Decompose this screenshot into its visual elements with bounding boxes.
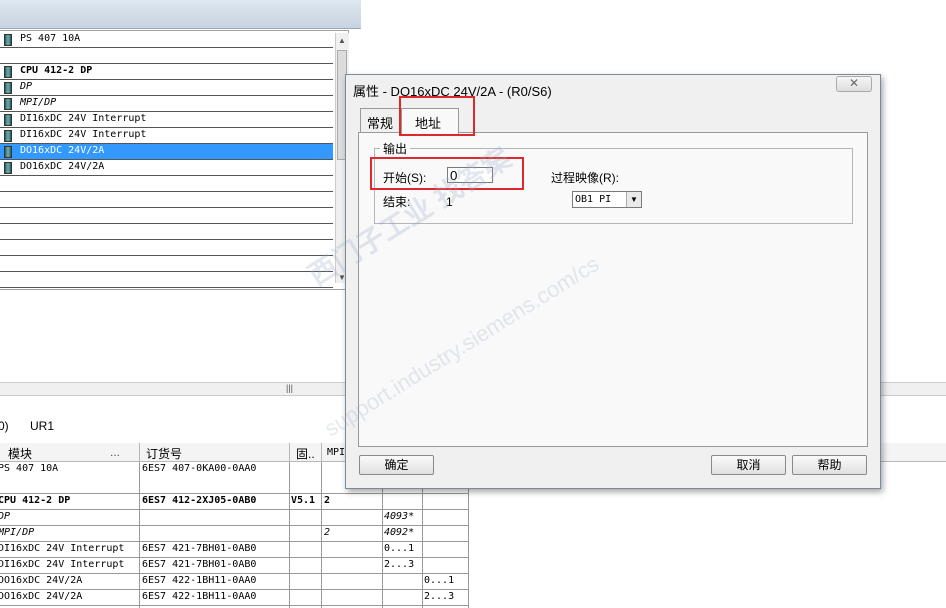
table-cell-iaddr: 0...1 [384, 543, 415, 554]
table-cell-module: DP [0, 511, 11, 522]
scroll-up-icon[interactable]: ▲ [338, 36, 346, 45]
rack-slot-row[interactable]: DI16xDC 24V Interrupt [0, 112, 333, 128]
cancel-button[interactable]: 取消 [711, 455, 786, 475]
module-icon [4, 114, 12, 126]
end-label: 结束: [383, 195, 411, 209]
rack-slot-row[interactable] [0, 256, 333, 272]
col-header-dots: ... [110, 445, 121, 459]
table-cell-module: CPU 412-2 DP [0, 495, 71, 506]
module-icon [4, 98, 12, 110]
module-icon [4, 82, 12, 94]
rack-slot-row[interactable]: DO16xDC 24V/2A [0, 160, 333, 176]
table-cell-qaddr: 2...3 [424, 591, 455, 602]
table-cell-order: 6ES7 422-1BH11-0AA0 [142, 591, 257, 602]
help-button[interactable]: 帮助 [792, 455, 867, 475]
table-column-divider [139, 462, 140, 608]
end-address-value: 1 [446, 195, 453, 209]
col-header-order-number[interactable]: 订货号 [146, 445, 182, 462]
table-cell-mpi: 2 [324, 495, 331, 506]
table-cell-qaddr: 0...1 [424, 575, 455, 586]
col-header-module[interactable]: 模块 [8, 445, 32, 462]
rack-slot-row[interactable] [0, 192, 333, 208]
rack-slot-label: MPI/DP [20, 97, 57, 108]
table-cell-order: 6ES7 421-7BH01-0AB0 [142, 559, 257, 570]
table-cell-iaddr: 4093* [384, 511, 415, 522]
rack-slot-row[interactable]: CPU 412-2 DP [0, 64, 333, 80]
rack-slot-row[interactable]: DI16xDC 24V Interrupt [0, 128, 333, 144]
table-cell-module: MPI/DP [0, 527, 35, 538]
rack-slot-label: CPU 412-2 DP [20, 65, 93, 76]
rack-slot-row[interactable] [0, 240, 333, 256]
header-divider[interactable] [139, 443, 140, 461]
header-divider[interactable] [289, 443, 290, 461]
tab-general-label: 常规 [367, 116, 394, 131]
table-cell-iaddr: 2...3 [384, 559, 415, 570]
table-cell-order: 6ES7 412-2XJ05-0AB0 [142, 495, 257, 506]
process-image-label: 过程映像(R): [551, 171, 619, 185]
table-row-divider [0, 541, 468, 542]
rack-slot-label: DI16xDC 24V Interrupt [20, 129, 147, 140]
module-icon [4, 162, 12, 174]
output-group-title: 输出 [380, 140, 411, 157]
header-divider[interactable] [321, 443, 322, 461]
rack-slot-row[interactable] [0, 272, 333, 288]
table-cell-module: DI16xDC 24V Interrupt [0, 543, 125, 554]
table-cell-iaddr: 4092* [384, 527, 415, 538]
splitter-grip-icon[interactable]: ||| [286, 383, 293, 393]
tab-general[interactable]: 常规 [360, 108, 402, 133]
table-cell-module: DO16xDC 24V/2A [0, 575, 83, 586]
table-row-divider [0, 557, 468, 558]
table-row-divider [0, 525, 468, 526]
table-row-divider [0, 605, 468, 606]
table-cell-module: DO16xDC 24V/2A [0, 591, 83, 602]
table-cell-mpi: 2 [324, 527, 331, 538]
table-row-divider [0, 509, 468, 510]
table-cell-fw: V5.1 [291, 495, 316, 506]
rack-slot-label: DO16xDC 24V/2A [20, 161, 105, 172]
rack-slot-row[interactable] [0, 48, 333, 64]
ok-button[interactable]: 确定 [359, 455, 434, 475]
rack-slot-label: DO16xDC 24V/2A [20, 145, 105, 156]
table-row-divider [0, 493, 468, 494]
table-cell-order: 6ES7 422-1BH11-0AA0 [142, 575, 257, 586]
rack-slot-row[interactable] [0, 176, 333, 192]
highlight-box-start [370, 157, 524, 190]
table-column-divider [289, 462, 290, 608]
table-column-divider [321, 462, 322, 608]
rack-slot-row[interactable] [0, 208, 333, 224]
table-row-divider [0, 573, 468, 574]
process-image-value: OB1 PI [575, 194, 612, 205]
module-icon [4, 34, 12, 46]
table-cell-module: PS 407 10A [0, 463, 59, 474]
chevron-down-icon[interactable]: ▼ [626, 192, 641, 207]
module-icon [4, 146, 12, 158]
rack-slot-label: PS 407 10A [20, 33, 81, 44]
rack-titlebar [0, 0, 361, 29]
close-icon[interactable]: ✕ [836, 76, 872, 92]
rack-name: UR1 [30, 419, 55, 433]
table-cell-order: 6ES7 407-0KA00-0AA0 [142, 463, 257, 474]
col-header-mpi[interactable]: MPI [327, 447, 345, 458]
rack-slot-label: DI16xDC 24V Interrupt [20, 113, 147, 124]
rack-slot-row[interactable] [0, 224, 333, 240]
rack-slot-row[interactable]: DP [0, 80, 333, 96]
rack-slot-label: DP [20, 81, 33, 92]
table-cell-module: DI16xDC 24V Interrupt [0, 559, 125, 570]
rack-id: 0) [0, 419, 9, 433]
module-icon [4, 66, 12, 78]
rack-slot-row[interactable]: DO16xDC 24V/2A [0, 144, 333, 160]
rack-slot-row[interactable]: MPI/DP [0, 96, 333, 112]
col-header-firmware[interactable]: 固.. [296, 445, 315, 462]
highlight-box-tab [399, 96, 475, 136]
table-cell-order: 6ES7 421-7BH01-0AB0 [142, 543, 257, 554]
process-image-select[interactable]: OB1 PI ▼ [572, 191, 642, 208]
module-icon [4, 130, 12, 142]
table-row-divider [0, 589, 468, 590]
rack-slot-row[interactable]: PS 407 10A [0, 32, 333, 48]
